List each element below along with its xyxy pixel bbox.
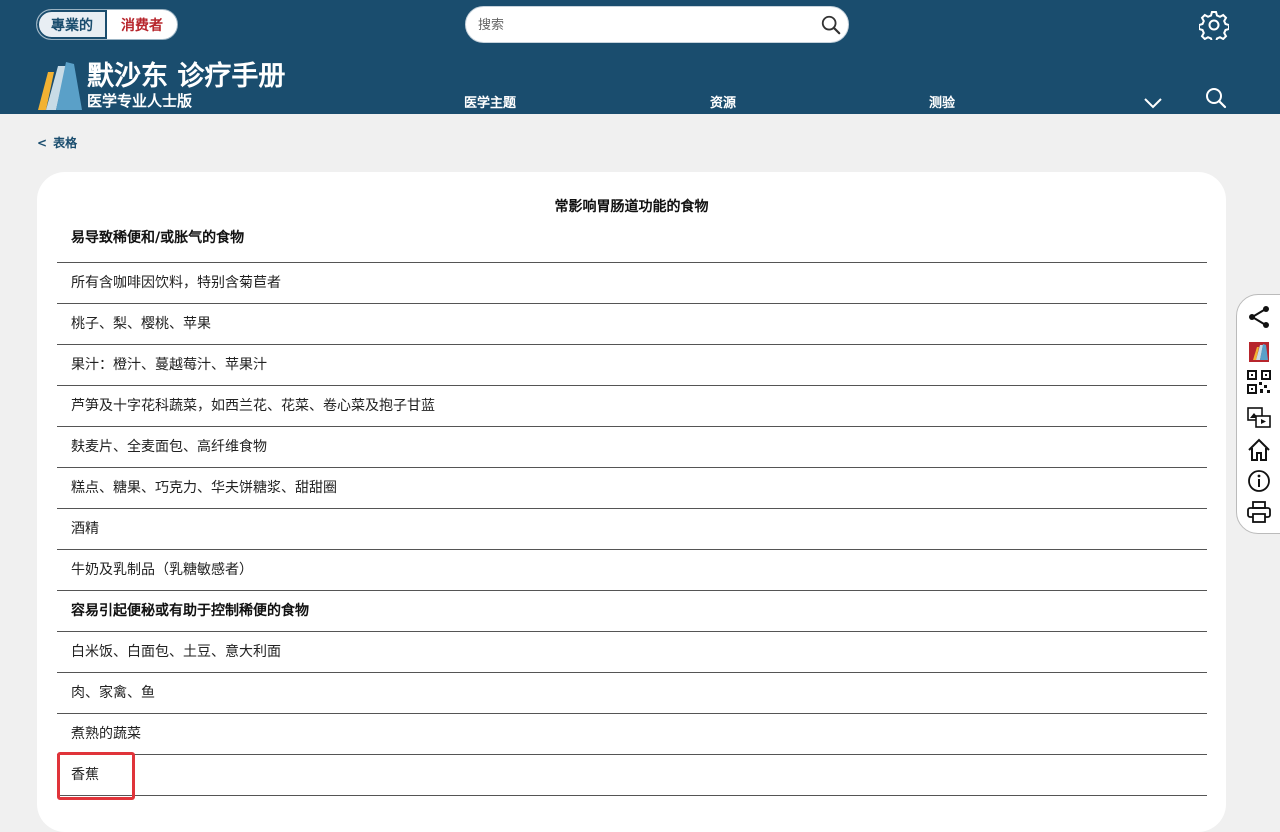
breadcrumb-back-link[interactable]: < 表格: [37, 134, 77, 151]
table-row: 香蕉: [57, 755, 1207, 796]
food-table: 易导致稀便和/或胀气的食物 所有含咖啡因饮料，特别含菊苣者 桃子、梨、樱桃、苹果…: [57, 222, 1207, 796]
side-toolbar: [1236, 294, 1280, 534]
table-row: 酒精: [57, 509, 1207, 550]
search-input[interactable]: [476, 13, 810, 37]
table-card: 常影响胃肠道功能的食物 易导致稀便和/或胀气的食物 所有含咖啡因饮料，特别含菊苣…: [37, 172, 1226, 832]
table-caption: 常影响胃肠道功能的食物: [554, 199, 709, 215]
table-row: 肉、家禽、鱼: [57, 673, 1207, 714]
table-cell: 果汁：橙汁、蔓越莓汁、苹果汁: [71, 357, 267, 373]
table-row: 牛奶及乳制品（乳糖敏感者）: [57, 550, 1207, 591]
consumer-toggle-option[interactable]: 消费者: [107, 10, 177, 39]
audience-toggle[interactable]: 專業的 消费者: [36, 9, 178, 40]
table-cell: 肉、家禽、鱼: [71, 685, 155, 701]
share-icon[interactable]: [1246, 304, 1272, 330]
table-cell: 酒精: [71, 521, 99, 537]
table-cell: 易导致稀便和/或胀气的食物: [71, 230, 245, 246]
print-icon[interactable]: [1246, 499, 1272, 525]
search-icon[interactable]: [1204, 86, 1228, 110]
table-cell: 容易引起便秘或有助于控制稀便的食物: [71, 603, 309, 619]
breadcrumb-label: 表格: [53, 136, 78, 150]
table-row: 麸麦片、全麦面包、高纤维食物: [57, 427, 1207, 468]
table-cell: 香蕉: [71, 767, 99, 783]
brand-title[interactable]: 默沙东 诊疗手册: [87, 61, 285, 93]
app-logo-icon[interactable]: [1246, 339, 1272, 365]
table-cell: 牛奶及乳制品（乳糖敏感者）: [71, 562, 253, 578]
table-cell: 白米饭、白面包、土豆、意大利面: [71, 644, 281, 660]
table-section-header: 容易引起便秘或有助于控制稀便的食物: [57, 591, 1207, 632]
table-cell: 煮熟的蔬菜: [71, 726, 141, 742]
table-section-header: 易导致稀便和/或胀气的食物: [57, 222, 1207, 263]
home-icon[interactable]: [1246, 437, 1272, 463]
top-header: 專業的 消费者 默沙东 诊疗手册 医学专业人士版 医学主题 资源 测验: [0, 0, 1280, 114]
table-row: 糕点、糖果、巧克力、华夫饼糖浆、甜甜圈: [57, 468, 1207, 509]
professional-toggle-option[interactable]: 專業的: [37, 10, 107, 39]
nav-quizzes[interactable]: 测验: [929, 96, 955, 112]
brand-logo-icon[interactable]: [36, 60, 84, 112]
table-row: 芦笋及十字花科蔬菜，如西兰花、花菜、卷心菜及抱子甘蓝: [57, 386, 1207, 427]
table-row: 果汁：橙汁、蔓越莓汁、苹果汁: [57, 345, 1207, 386]
gear-icon[interactable]: [1199, 10, 1229, 40]
table-cell: 桃子、梨、樱桃、苹果: [71, 316, 211, 332]
table-cell: 所有含咖啡因饮料，特别含菊苣者: [71, 275, 281, 291]
table-cell: 糕点、糖果、巧克力、华夫饼糖浆、甜甜圈: [71, 480, 337, 496]
nav-medical-topics[interactable]: 医学主题: [464, 96, 516, 112]
search-box[interactable]: [465, 6, 849, 43]
table-row: 白米饭、白面包、土豆、意大利面: [57, 632, 1207, 673]
nav-resources[interactable]: 资源: [710, 96, 736, 112]
qr-code-icon[interactable]: [1246, 369, 1272, 395]
info-icon[interactable]: [1246, 468, 1272, 494]
table-row: 桃子、梨、樱桃、苹果: [57, 304, 1207, 345]
table-row: 所有含咖啡因饮料，特别含菊苣者: [57, 263, 1207, 304]
chevron-down-icon[interactable]: [1143, 96, 1163, 110]
brand-subtitle: 医学专业人士版: [87, 92, 193, 110]
table-cell: 芦笋及十字花科蔬菜，如西兰花、花菜、卷心菜及抱子甘蓝: [71, 398, 435, 414]
back-chevron-icon: <: [37, 136, 48, 150]
search-icon[interactable]: [820, 14, 842, 36]
media-icon[interactable]: [1246, 404, 1272, 430]
table-row: 煮熟的蔬菜: [57, 714, 1207, 755]
table-cell: 麸麦片、全麦面包、高纤维食物: [71, 439, 267, 455]
